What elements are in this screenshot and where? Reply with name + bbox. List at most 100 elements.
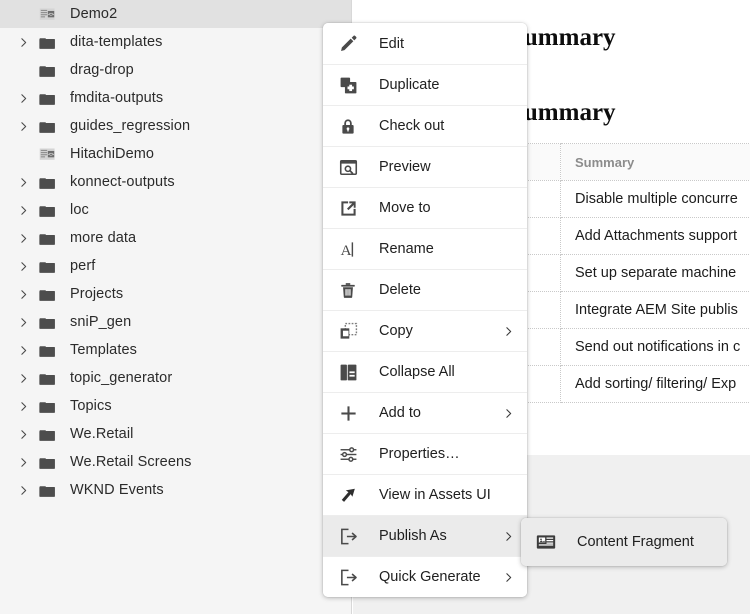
menu-item-label: Edit bbox=[379, 36, 501, 52]
tree-item-topic-generator[interactable]: topic_generator bbox=[0, 364, 351, 392]
menu-item-move-to[interactable]: Move to bbox=[323, 187, 527, 228]
chevron-right-icon[interactable] bbox=[14, 196, 32, 224]
tree-item-drag-drop[interactable]: drag-drop bbox=[0, 56, 351, 84]
chevron-right-icon[interactable] bbox=[14, 336, 32, 364]
menu-item-check-out[interactable]: Check out bbox=[323, 105, 527, 146]
xml-document-icon: <> bbox=[34, 0, 60, 28]
tree-item-hitachidemo[interactable]: <> HitachiDemo bbox=[0, 140, 351, 168]
tree-item-label: dita-templates bbox=[70, 34, 162, 50]
tree-item-label: more data bbox=[70, 230, 136, 246]
chevron-right-icon[interactable] bbox=[14, 364, 32, 392]
folder-icon bbox=[34, 252, 60, 280]
menu-arrow-spacer bbox=[501, 78, 515, 92]
tree-item-guides-regression[interactable]: guides_regression bbox=[0, 112, 351, 140]
tree-item-we-retail-screens[interactable]: We.Retail Screens bbox=[0, 448, 351, 476]
menu-item-publish-as[interactable]: Publish As bbox=[323, 515, 527, 556]
tree-item-label: Projects bbox=[70, 286, 123, 302]
table-cell: Add Attachments support bbox=[561, 218, 750, 255]
tree-item-konnect-outputs[interactable]: konnect-outputs bbox=[0, 168, 351, 196]
lock-icon bbox=[337, 115, 359, 137]
menu-item-delete[interactable]: Delete bbox=[323, 269, 527, 310]
menu-item-duplicate[interactable]: Duplicate bbox=[323, 64, 527, 105]
menu-arrow-spacer bbox=[501, 365, 515, 379]
tree-item-topics[interactable]: Topics bbox=[0, 392, 351, 420]
submenu-item-label: Content Fragment bbox=[577, 534, 694, 550]
context-menu: Edit DuplicateCheck outPreviewMove to A Ren… bbox=[323, 23, 527, 597]
chevron-right-icon[interactable] bbox=[14, 420, 32, 448]
folder-icon bbox=[34, 196, 60, 224]
menu-item-label: Collapse All bbox=[379, 364, 501, 380]
sliders-icon bbox=[337, 443, 359, 465]
svg-text:A: A bbox=[340, 243, 351, 259]
menu-item-copy[interactable]: Copy bbox=[323, 310, 527, 351]
chevron-right-icon[interactable] bbox=[14, 308, 32, 336]
menu-item-view-in-assets-ui[interactable]: View in Assets UI bbox=[323, 474, 527, 515]
chevron-right-icon[interactable] bbox=[14, 224, 32, 252]
table-cell: Integrate AEM Site publis bbox=[561, 292, 750, 329]
folder-icon bbox=[34, 280, 60, 308]
tree-item-label: Topics bbox=[70, 398, 112, 414]
menu-item-collapse-all[interactable]: Collapse All bbox=[323, 351, 527, 392]
chevron-right-icon[interactable] bbox=[14, 392, 32, 420]
submenu-item-content-fragment[interactable]: Content Fragment bbox=[521, 518, 727, 566]
menu-item-properties[interactable]: Properties… bbox=[323, 433, 527, 474]
folder-icon bbox=[34, 224, 60, 252]
menu-item-add-to[interactable]: Add to bbox=[323, 392, 527, 433]
twisty-spacer bbox=[14, 0, 32, 28]
tree-item-label: We.Retail bbox=[70, 426, 134, 442]
menu-arrow-spacer bbox=[501, 283, 515, 297]
menu-arrow-spacer bbox=[501, 201, 515, 215]
tree-item-projects[interactable]: Projects bbox=[0, 280, 351, 308]
folder-icon bbox=[34, 476, 60, 504]
folder-icon bbox=[34, 420, 60, 448]
chevron-right-icon[interactable] bbox=[14, 448, 32, 476]
chevron-right-icon bbox=[501, 529, 515, 543]
chevron-right-icon[interactable] bbox=[14, 476, 32, 504]
tree-item-templates[interactable]: Templates bbox=[0, 336, 351, 364]
tree-item-label: HitachiDemo bbox=[70, 146, 154, 162]
chevron-right-icon[interactable] bbox=[14, 28, 32, 56]
pencil-icon bbox=[337, 33, 359, 55]
menu-item-label: Rename bbox=[379, 241, 501, 257]
tree-item-fmdita-outputs[interactable]: fmdita-outputs bbox=[0, 84, 351, 112]
tree-item-label: WKND Events bbox=[70, 482, 164, 498]
twisty-spacer bbox=[14, 56, 32, 84]
chevron-right-icon[interactable] bbox=[14, 280, 32, 308]
chevron-right-icon[interactable] bbox=[14, 168, 32, 196]
context-menu-list: Edit DuplicateCheck outPreviewMove to A Ren… bbox=[323, 23, 527, 597]
chevron-right-icon[interactable] bbox=[14, 252, 32, 280]
tree-item-snip-gen[interactable]: sniP_gen bbox=[0, 308, 351, 336]
menu-item-edit[interactable]: Edit bbox=[323, 23, 527, 64]
collapse-icon bbox=[337, 361, 359, 383]
duplicate-icon bbox=[337, 74, 359, 96]
tree-item-demo2[interactable]: <>Demo2 bbox=[0, 0, 351, 28]
table-cell: Add sorting/ filtering/ Exp bbox=[561, 366, 750, 403]
twisty-spacer bbox=[14, 140, 32, 168]
rename-icon: A bbox=[337, 238, 359, 260]
chevron-right-icon bbox=[501, 324, 515, 338]
tree-item-more-data[interactable]: more data bbox=[0, 224, 351, 252]
folder-icon bbox=[34, 84, 60, 112]
svg-text:<>: <> bbox=[48, 151, 54, 157]
menu-item-label: Quick Generate bbox=[379, 569, 501, 585]
chevron-right-icon bbox=[501, 570, 515, 584]
tree-item-dita-templates[interactable]: dita-templates bbox=[0, 28, 351, 56]
folder-icon bbox=[34, 168, 60, 196]
menu-arrow-spacer bbox=[501, 447, 515, 461]
menu-item-preview[interactable]: Preview bbox=[323, 146, 527, 187]
folder-icon bbox=[34, 392, 60, 420]
chevron-right-icon[interactable] bbox=[14, 84, 32, 112]
tree-item-perf[interactable]: perf bbox=[0, 252, 351, 280]
menu-item-quick-generate[interactable]: Quick Generate bbox=[323, 556, 527, 597]
tree-item-wknd-events[interactable]: WKND Events bbox=[0, 476, 351, 504]
copy-icon bbox=[337, 320, 359, 342]
tree-item-we-retail[interactable]: We.Retail bbox=[0, 420, 351, 448]
move-to-icon bbox=[337, 197, 359, 219]
table-cell: Send out notifications in c bbox=[561, 329, 750, 366]
folder-icon bbox=[34, 308, 60, 336]
chevron-right-icon[interactable] bbox=[14, 112, 32, 140]
external-link-icon bbox=[337, 484, 359, 506]
table-cell: Set up separate machine bbox=[561, 255, 750, 292]
menu-item-rename[interactable]: A Rename bbox=[323, 228, 527, 269]
tree-item-loc[interactable]: loc bbox=[0, 196, 351, 224]
